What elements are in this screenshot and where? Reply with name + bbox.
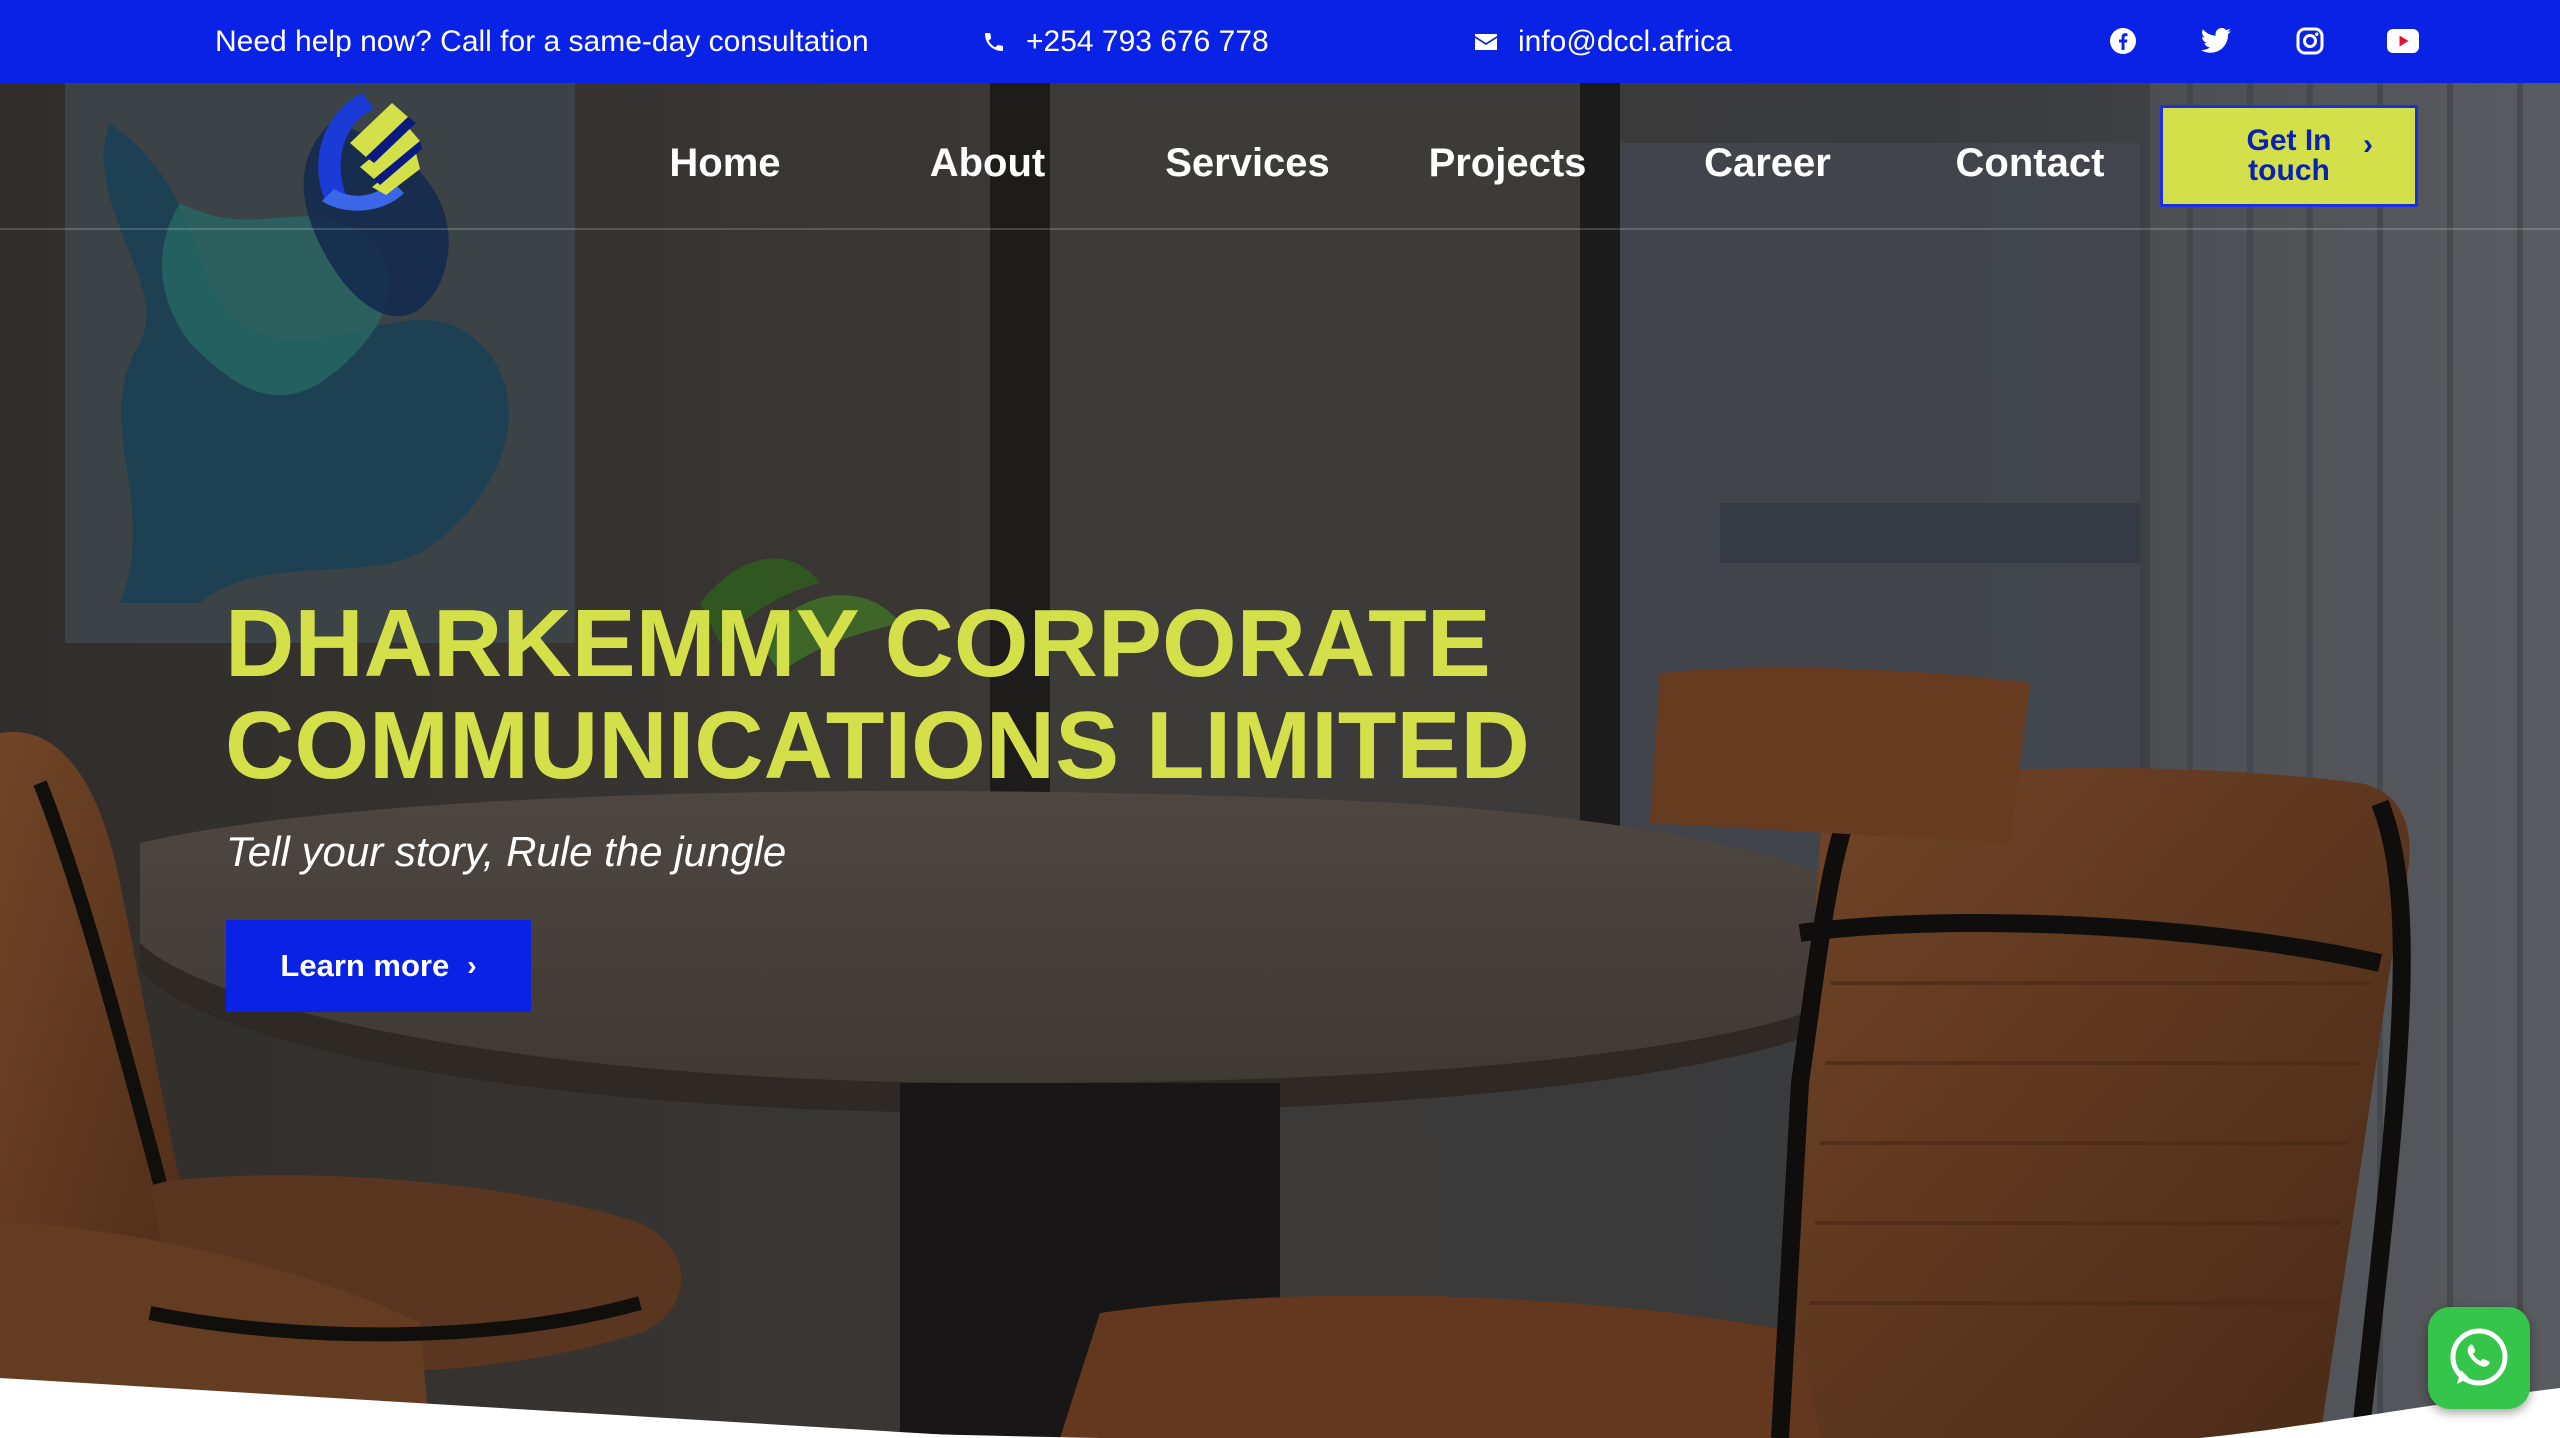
help-text: Need help now? Call for a same-day consu… [215,24,869,58]
learn-more-button[interactable]: Learn more › [226,920,531,1012]
nav-projects[interactable]: Projects [1410,133,1605,193]
learn-more-label: Learn more [280,948,450,983]
instagram-icon[interactable] [2291,22,2329,60]
whatsapp-button[interactable] [2428,1307,2530,1409]
section-divider-curve [0,1378,2560,1438]
mail-icon [1472,28,1500,56]
hero-title-line-1: DHARKEMMY CORPORATE [225,590,1491,697]
chevron-right-icon: › [2363,128,2373,161]
phone-icon [980,28,1008,56]
twitter-icon[interactable] [2197,22,2235,60]
get-in-touch-label: Get In touch [2246,124,2332,187]
nav-home[interactable]: Home [640,133,810,193]
phone-link[interactable]: +254 793 676 778 [980,0,1269,83]
nav-divider [0,228,2560,230]
nav-services[interactable]: Services [1150,133,1345,193]
youtube-icon[interactable] [2384,22,2422,60]
email-address[interactable]: info@dccl.africa [1518,25,1732,59]
top-info-bar: Need help now? Call for a same-day consu… [0,0,2560,83]
whatsapp-icon [2450,1328,2508,1386]
chevron-right-icon: › [467,950,477,981]
hero-title: DHARKEMMY CORPORATE COMMUNICATIONS LIMIT… [225,593,1725,797]
company-logo[interactable] [312,83,432,223]
nav-contact[interactable]: Contact [1940,133,2120,193]
hero-title-line-2: COMMUNICATIONS LIMITED [225,692,1530,799]
nav-career[interactable]: Career [1680,133,1855,193]
email-link[interactable]: info@dccl.africa [1472,0,1732,83]
get-in-touch-button[interactable]: Get In touch › [2160,105,2418,207]
phone-number[interactable]: +254 793 676 778 [1026,25,1269,59]
nav-about[interactable]: About [900,133,1075,193]
facebook-icon[interactable] [2104,22,2142,60]
hero-subtitle: Tell your story, Rule the jungle [226,828,787,875]
hero-section: Home About Services Projects Career Cont… [0,83,2560,1438]
